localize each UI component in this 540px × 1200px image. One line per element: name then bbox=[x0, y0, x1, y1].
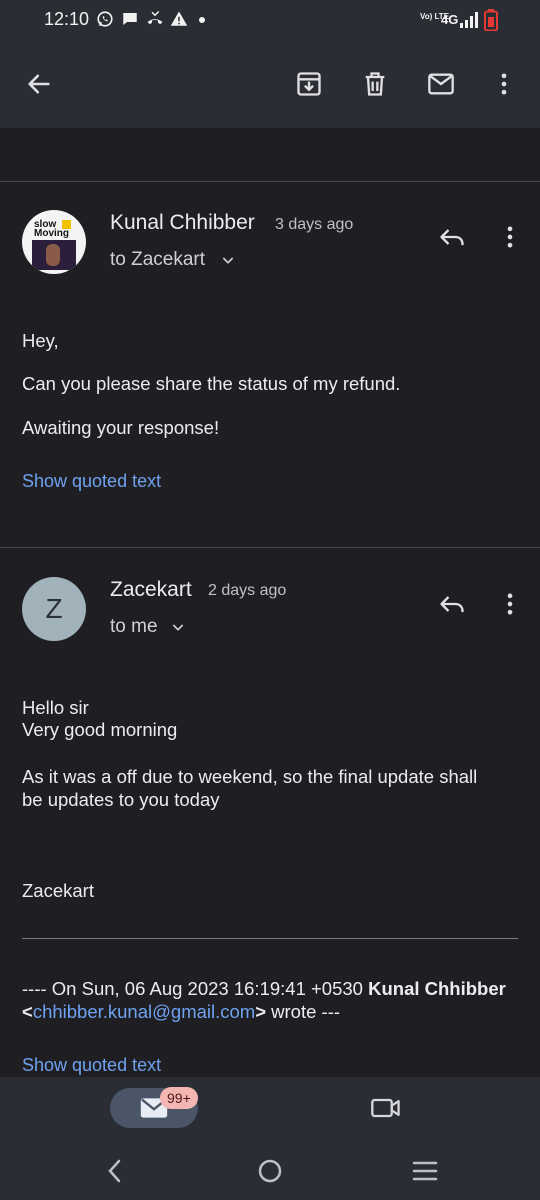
reply-icon[interactable] bbox=[432, 217, 472, 257]
show-quoted-text-link[interactable]: Show quoted text bbox=[22, 1055, 161, 1076]
back-icon[interactable] bbox=[90, 1150, 140, 1192]
status-time: 12:10 bbox=[44, 9, 90, 29]
quote-header-suffix: wrote --- bbox=[266, 1001, 341, 1022]
mark-unread-icon[interactable] bbox=[418, 61, 464, 107]
warning-icon bbox=[170, 10, 188, 34]
divider bbox=[0, 181, 540, 182]
message-time: 2 days ago bbox=[208, 582, 287, 599]
more-vert-icon[interactable] bbox=[490, 217, 530, 257]
network-label: 4G bbox=[441, 12, 459, 27]
avatar[interactable]: Z bbox=[22, 577, 86, 641]
unread-badge: 99+ bbox=[160, 1087, 198, 1109]
battery-icon bbox=[484, 9, 498, 36]
chevron-down-icon[interactable] bbox=[220, 252, 236, 273]
quote-author-name: Kunal Chhibber bbox=[368, 978, 506, 999]
chevron-down-icon[interactable] bbox=[170, 619, 186, 640]
avatar[interactable]: slow Moving bbox=[22, 210, 86, 274]
recipient-line[interactable]: to Zacekart bbox=[110, 249, 205, 271]
chat-bubble-icon bbox=[121, 10, 139, 34]
message-body-line: Awaiting your response! bbox=[22, 417, 220, 438]
quote-separator bbox=[22, 938, 518, 939]
message-body-line: As it was a off due to weekend, so the f… bbox=[22, 766, 478, 787]
quote-bracket-open: < bbox=[22, 1001, 33, 1022]
more-vert-icon[interactable] bbox=[481, 61, 527, 107]
show-quoted-text-link[interactable]: Show quoted text bbox=[22, 471, 161, 492]
message-body-line: Can you please share the status of my re… bbox=[22, 373, 401, 394]
reply-icon[interactable] bbox=[432, 584, 472, 624]
video-call-icon[interactable] bbox=[366, 1090, 406, 1126]
avatar-text-2: Moving bbox=[34, 228, 69, 239]
message-time: 3 days ago bbox=[275, 216, 354, 233]
delete-icon[interactable] bbox=[352, 61, 398, 107]
whatsapp-icon bbox=[96, 10, 114, 34]
message-body-line: Very good morning bbox=[22, 719, 178, 740]
quote-header-prefix: ---- On Sun, 06 Aug 2023 16:19:41 +0530 bbox=[22, 978, 369, 999]
avatar-letter: Z bbox=[45, 593, 63, 624]
signature: Zacekart bbox=[22, 880, 94, 901]
quote-bracket-close: > bbox=[255, 1001, 267, 1022]
recents-icon[interactable] bbox=[400, 1150, 450, 1192]
message-body-line: Hey, bbox=[22, 330, 59, 351]
back-arrow-icon[interactable] bbox=[16, 61, 62, 107]
recipient-line[interactable]: to me bbox=[110, 616, 158, 638]
message-body-line: Hello sir bbox=[22, 697, 89, 718]
sender-name: Kunal Chhibber bbox=[110, 211, 255, 234]
more-vert-icon[interactable] bbox=[490, 584, 530, 624]
archive-icon[interactable] bbox=[286, 61, 332, 107]
message-body-line: be updates to you today bbox=[22, 789, 220, 810]
quote-author-email-link[interactable]: chhibber.kunal@gmail.com bbox=[33, 1001, 255, 1022]
divider bbox=[0, 547, 540, 548]
quote-header: ---- On Sun, 06 Aug 2023 16:19:41 +0530 … bbox=[22, 977, 522, 1023]
sender-name: Zacekart bbox=[110, 578, 192, 601]
home-icon[interactable] bbox=[245, 1150, 295, 1192]
signal-icon bbox=[460, 12, 478, 33]
avatar-photo bbox=[32, 240, 76, 270]
missed-call-icon bbox=[145, 10, 165, 34]
dot-icon bbox=[199, 17, 205, 23]
